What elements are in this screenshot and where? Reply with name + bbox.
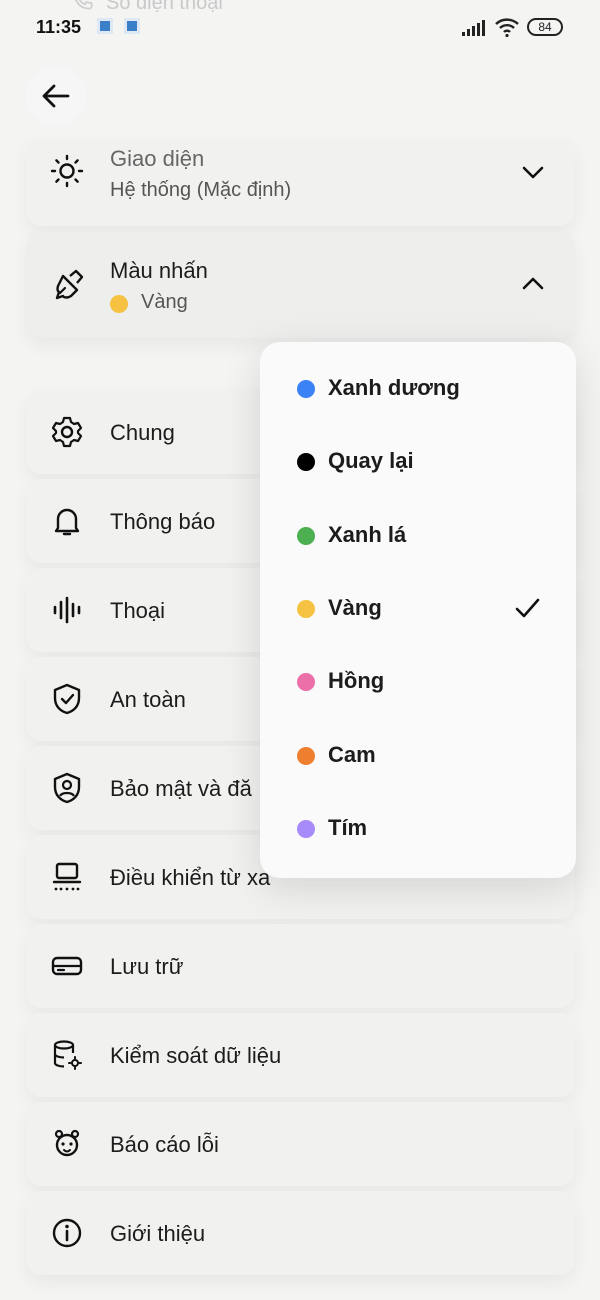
database-gear-icon: [53, 1040, 82, 1070]
user-shield-icon: [53, 772, 81, 804]
accent-option-label: Xanh lá: [328, 521, 407, 547]
bug-icon: [54, 1129, 80, 1157]
settings-item-label: Bảo mật và đă: [110, 776, 252, 801]
notification-app-icon: [124, 18, 140, 34]
accent-option[interactable]: Xanh dương: [260, 361, 576, 417]
accent-color-value: Vàng: [141, 291, 188, 313]
color-swatch: [297, 526, 315, 545]
settings-item-label: Điều khiển từ xa: [110, 865, 271, 890]
settings-item-label: Kiểm soát dữ liệu: [110, 1043, 282, 1068]
accent-color-setting[interactable]: Màu nhấn Vàng: [26, 232, 575, 338]
status-bar: 11:35 Số điện thoại 84: [0, 0, 600, 56]
checkmark-icon: [515, 598, 540, 618]
signal-icon: [462, 20, 485, 36]
accent-color-dropdown: Xanh dương Quay lại Xanh lá Vàng Hồng Cam Tím: [260, 342, 576, 878]
accent-color-swatch: [110, 295, 128, 313]
bell-icon: [54, 508, 80, 536]
drive-icon: [51, 956, 83, 976]
color-swatch: [297, 819, 315, 838]
accent-option-label: Hồng: [328, 668, 385, 694]
battery-icon: 84: [527, 18, 563, 36]
color-swatch: [297, 453, 315, 472]
sun-icon: [50, 154, 84, 188]
settings-item-label: An toàn: [110, 687, 186, 712]
notification-app-icon: [97, 18, 113, 34]
paint-brush-icon: [55, 269, 84, 300]
accent-option[interactable]: Tím: [260, 801, 576, 857]
appearance-value: Hệ thống (Mặc định): [110, 179, 292, 201]
accent-option[interactable]: Vàng: [260, 581, 576, 637]
shield-check-icon: [53, 683, 81, 715]
accent-option-label: Cam: [328, 741, 376, 767]
accent-option[interactable]: Hồng: [260, 654, 576, 710]
phone-icon: [75, 0, 93, 10]
accent-color-label: Màu nhấn: [110, 258, 208, 283]
accent-option[interactable]: Xanh lá: [260, 508, 576, 564]
status-time: 11:35: [36, 17, 82, 37]
color-swatch: [297, 746, 315, 765]
chevron-down-icon: [522, 166, 544, 179]
arrow-left-icon: [42, 84, 70, 108]
background-ghost-text: Số điện thoại: [106, 0, 223, 14]
accent-option-label: Xanh dương: [328, 375, 460, 400]
chevron-up-icon: [522, 277, 544, 290]
accent-option[interactable]: Quay lại: [260, 434, 576, 490]
info-icon: [52, 1218, 82, 1248]
settings-item-label: Chung: [110, 420, 175, 445]
gear-icon: [51, 416, 83, 448]
battery-level: 84: [538, 20, 552, 34]
settings-item[interactable]: Kiểm soát dữ liệu: [26, 1013, 575, 1097]
settings-item-label: Giới thiệu: [110, 1221, 206, 1246]
settings-item-label: Thông báo: [110, 509, 216, 534]
accent-option[interactable]: Cam: [260, 728, 576, 784]
settings-item-label: Thoại: [110, 598, 166, 623]
settings-item[interactable]: Lưu trữ: [26, 924, 575, 1008]
accent-option-label: Vàng: [328, 594, 382, 620]
appearance-label: Giao diện: [110, 146, 205, 171]
settings-item-label: Báo cáo lỗi: [110, 1132, 219, 1157]
voice-wave-icon: [53, 596, 81, 624]
appearance-setting[interactable]: Giao diện Hệ thống (Mặc định): [26, 138, 575, 226]
color-swatch: [297, 599, 315, 618]
color-swatch: [297, 380, 315, 398]
settings-item-label: Lưu trữ: [110, 954, 184, 979]
back-button[interactable]: [26, 66, 86, 126]
accent-option-label: Quay lại: [328, 448, 414, 474]
settings-item[interactable]: Giới thiệu: [26, 1191, 575, 1275]
accent-option-label: Tím: [328, 814, 368, 840]
laptop-remote-icon: [52, 862, 82, 891]
wifi-icon: [495, 18, 519, 38]
color-swatch: [297, 673, 315, 692]
settings-item[interactable]: Báo cáo lỗi: [26, 1102, 575, 1186]
